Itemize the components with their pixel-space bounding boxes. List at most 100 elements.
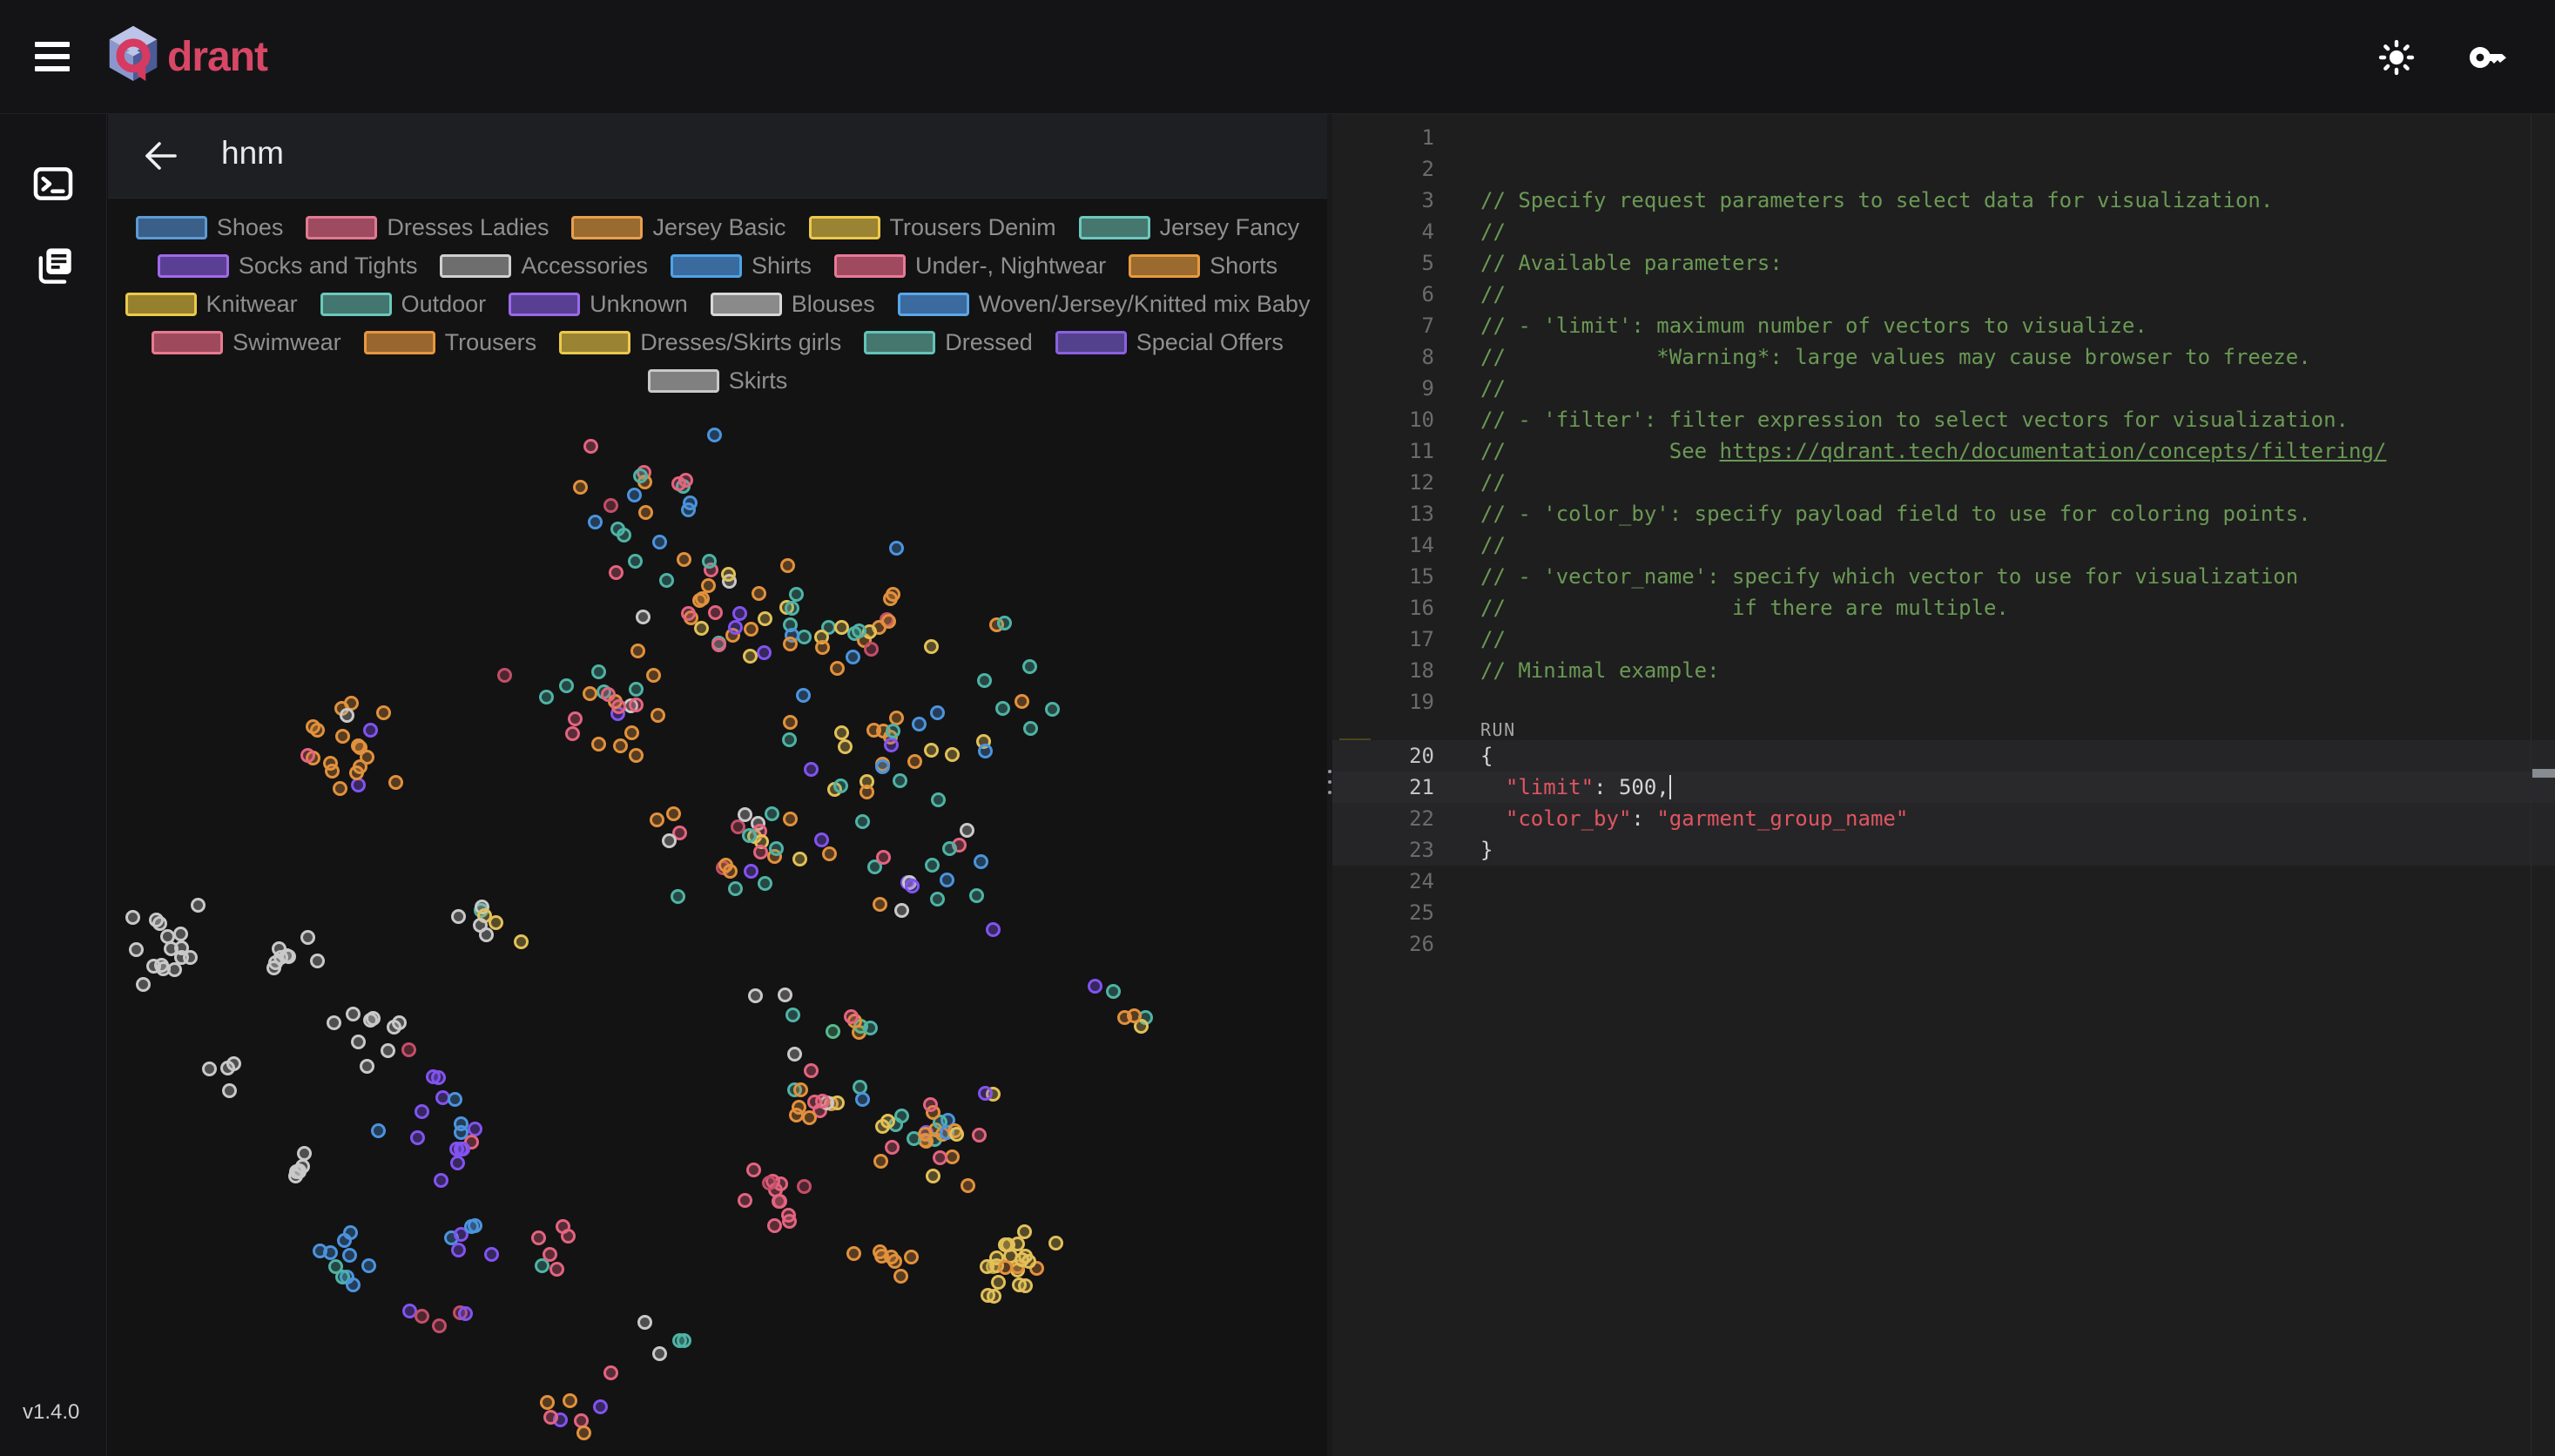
legend-item[interactable]: Dressed xyxy=(864,329,1033,356)
theme-toggle-button[interactable] xyxy=(2372,33,2421,82)
legend-item[interactable]: Trousers xyxy=(364,329,537,356)
scatter-point xyxy=(961,1178,975,1193)
code-text: // xyxy=(1434,529,1506,561)
legend-swatch-icon xyxy=(364,331,435,354)
scatter-point xyxy=(1048,1236,1063,1250)
scatter-point xyxy=(974,854,988,869)
scatter-point xyxy=(995,701,1010,716)
code-line[interactable]: 3// Specify request parameters to select… xyxy=(1332,185,2555,216)
scatter-point xyxy=(266,961,281,975)
scatter-point xyxy=(662,833,677,848)
scatter-point xyxy=(978,744,993,758)
legend-item[interactable]: Shirts xyxy=(671,253,812,280)
code-line[interactable]: 12// xyxy=(1332,467,2555,498)
legend-item[interactable]: Special Offers xyxy=(1055,329,1284,356)
scatter-point xyxy=(556,1219,570,1234)
line-number: 12 xyxy=(1332,467,1434,498)
scatter-point xyxy=(636,610,651,624)
code-text: // Available parameters: xyxy=(1434,247,1783,279)
scatter-point xyxy=(342,1248,357,1263)
scatter-point xyxy=(514,934,529,949)
code-line[interactable]: 7// - 'limit': maximum number of vectors… xyxy=(1332,310,2555,341)
run-button[interactable]: RUN xyxy=(1480,719,1516,740)
code-line[interactable]: 2 xyxy=(1332,153,2555,185)
docs-link[interactable]: https://qdrant.tech/documentation/concep… xyxy=(1720,439,2387,463)
qdrant-logo[interactable]: drant xyxy=(106,24,267,84)
legend-item[interactable]: Outdoor xyxy=(320,291,487,318)
line-number: 1 xyxy=(1332,122,1434,153)
line-number: 11 xyxy=(1332,435,1434,467)
code-line[interactable]: 26 xyxy=(1332,928,2555,960)
scatter-point xyxy=(757,645,772,660)
code-line[interactable]: 21 "limit": 500, xyxy=(1332,772,2555,803)
code-line[interactable]: 22 "color_by": "garment_group_name" xyxy=(1332,803,2555,834)
legend-item[interactable]: Jersey Fancy xyxy=(1079,214,1300,241)
legend-item[interactable]: Jersey Basic xyxy=(571,214,785,241)
back-button[interactable] xyxy=(139,137,181,177)
api-key-button[interactable] xyxy=(2464,33,2513,82)
scatter-point xyxy=(894,903,909,918)
legend-item[interactable]: Trousers Denim xyxy=(809,214,1056,241)
legend-item[interactable]: Dresses Ladies xyxy=(306,214,549,241)
code-line[interactable]: 16// if there are multiple. xyxy=(1332,592,2555,624)
code-line[interactable]: 1 xyxy=(1332,122,2555,153)
scatter-point xyxy=(484,1247,499,1262)
code-editor[interactable]: 123// Specify request parameters to sele… xyxy=(1332,114,2555,1456)
scatter-point xyxy=(873,1154,888,1169)
collections-tab[interactable] xyxy=(29,241,78,290)
code-line[interactable]: 18// Minimal example: xyxy=(1332,655,2555,686)
code-line[interactable]: 23} xyxy=(1332,834,2555,866)
scatter-point xyxy=(744,864,758,879)
code-line[interactable]: 10// - 'filter': filter expression to se… xyxy=(1332,404,2555,435)
code-line[interactable]: 15// - 'vector_name': specify which vect… xyxy=(1332,561,2555,592)
code-line[interactable]: 13// - 'color_by': specify payload field… xyxy=(1332,498,2555,529)
legend-item[interactable]: Blouses xyxy=(711,291,875,318)
legend-row: Skirts xyxy=(108,361,1327,400)
scatter-point xyxy=(743,649,758,664)
legend-item[interactable]: Woven/Jersey/Knitted mix Baby xyxy=(898,291,1311,318)
scatter-point xyxy=(930,892,945,907)
line-number: 22 xyxy=(1332,803,1434,834)
panel-resize-handle[interactable] xyxy=(1327,114,1332,1456)
code-line[interactable]: 6// xyxy=(1332,279,2555,310)
legend-item[interactable]: Under-, Nightwear xyxy=(834,253,1106,280)
code-line[interactable]: 14// xyxy=(1332,529,2555,561)
legend-item[interactable]: Knitwear xyxy=(125,291,298,318)
code-text: // xyxy=(1434,279,1506,310)
visualization-panel: hnm ShoesDresses LadiesJersey BasicTrous… xyxy=(108,114,1327,1456)
scatter-point xyxy=(363,723,378,738)
legend-swatch-icon xyxy=(158,254,229,278)
menu-icon[interactable] xyxy=(35,40,71,73)
scatter-point xyxy=(753,845,768,859)
scatter-point xyxy=(671,476,686,491)
legend-item[interactable]: Swimwear xyxy=(152,329,341,356)
code-line[interactable]: 19 xyxy=(1332,686,2555,718)
scatter-point xyxy=(758,876,772,891)
code-line[interactable]: 25 xyxy=(1332,897,2555,928)
legend-item[interactable]: Socks and Tights xyxy=(158,253,418,280)
scatter-point xyxy=(930,705,945,720)
code-line[interactable]: 20{ xyxy=(1332,740,2555,772)
legend-item[interactable]: Unknown xyxy=(509,291,688,318)
code-line[interactable]: 5// Available parameters: xyxy=(1332,247,2555,279)
code-line[interactable]: 17// xyxy=(1332,624,2555,655)
scatter-point xyxy=(323,1245,338,1260)
code-line[interactable]: 4// xyxy=(1332,216,2555,247)
code-line[interactable]: 8// *Warning*: large values may cause br… xyxy=(1332,341,2555,373)
code-line[interactable]: 24 xyxy=(1332,866,2555,897)
console-tab[interactable] xyxy=(29,159,78,208)
scatter-point xyxy=(880,1114,895,1129)
scatter-point xyxy=(627,488,642,502)
legend-item[interactable]: Dresses/Skirts girls xyxy=(559,329,841,356)
legend-item[interactable]: Accessories xyxy=(440,253,648,280)
legend-item[interactable]: Skirts xyxy=(648,367,788,394)
legend-label: Special Offers xyxy=(1136,329,1284,356)
scatter-point xyxy=(432,1318,447,1333)
scatter-point xyxy=(701,578,716,593)
code-line[interactable]: 9// xyxy=(1332,373,2555,404)
legend-item[interactable]: Shorts xyxy=(1129,253,1278,280)
scatter-point xyxy=(603,1365,618,1380)
scatter-point xyxy=(451,1243,466,1257)
legend-item[interactable]: Shoes xyxy=(136,214,284,241)
code-line[interactable]: 11// See https://qdrant.tech/documentati… xyxy=(1332,435,2555,467)
